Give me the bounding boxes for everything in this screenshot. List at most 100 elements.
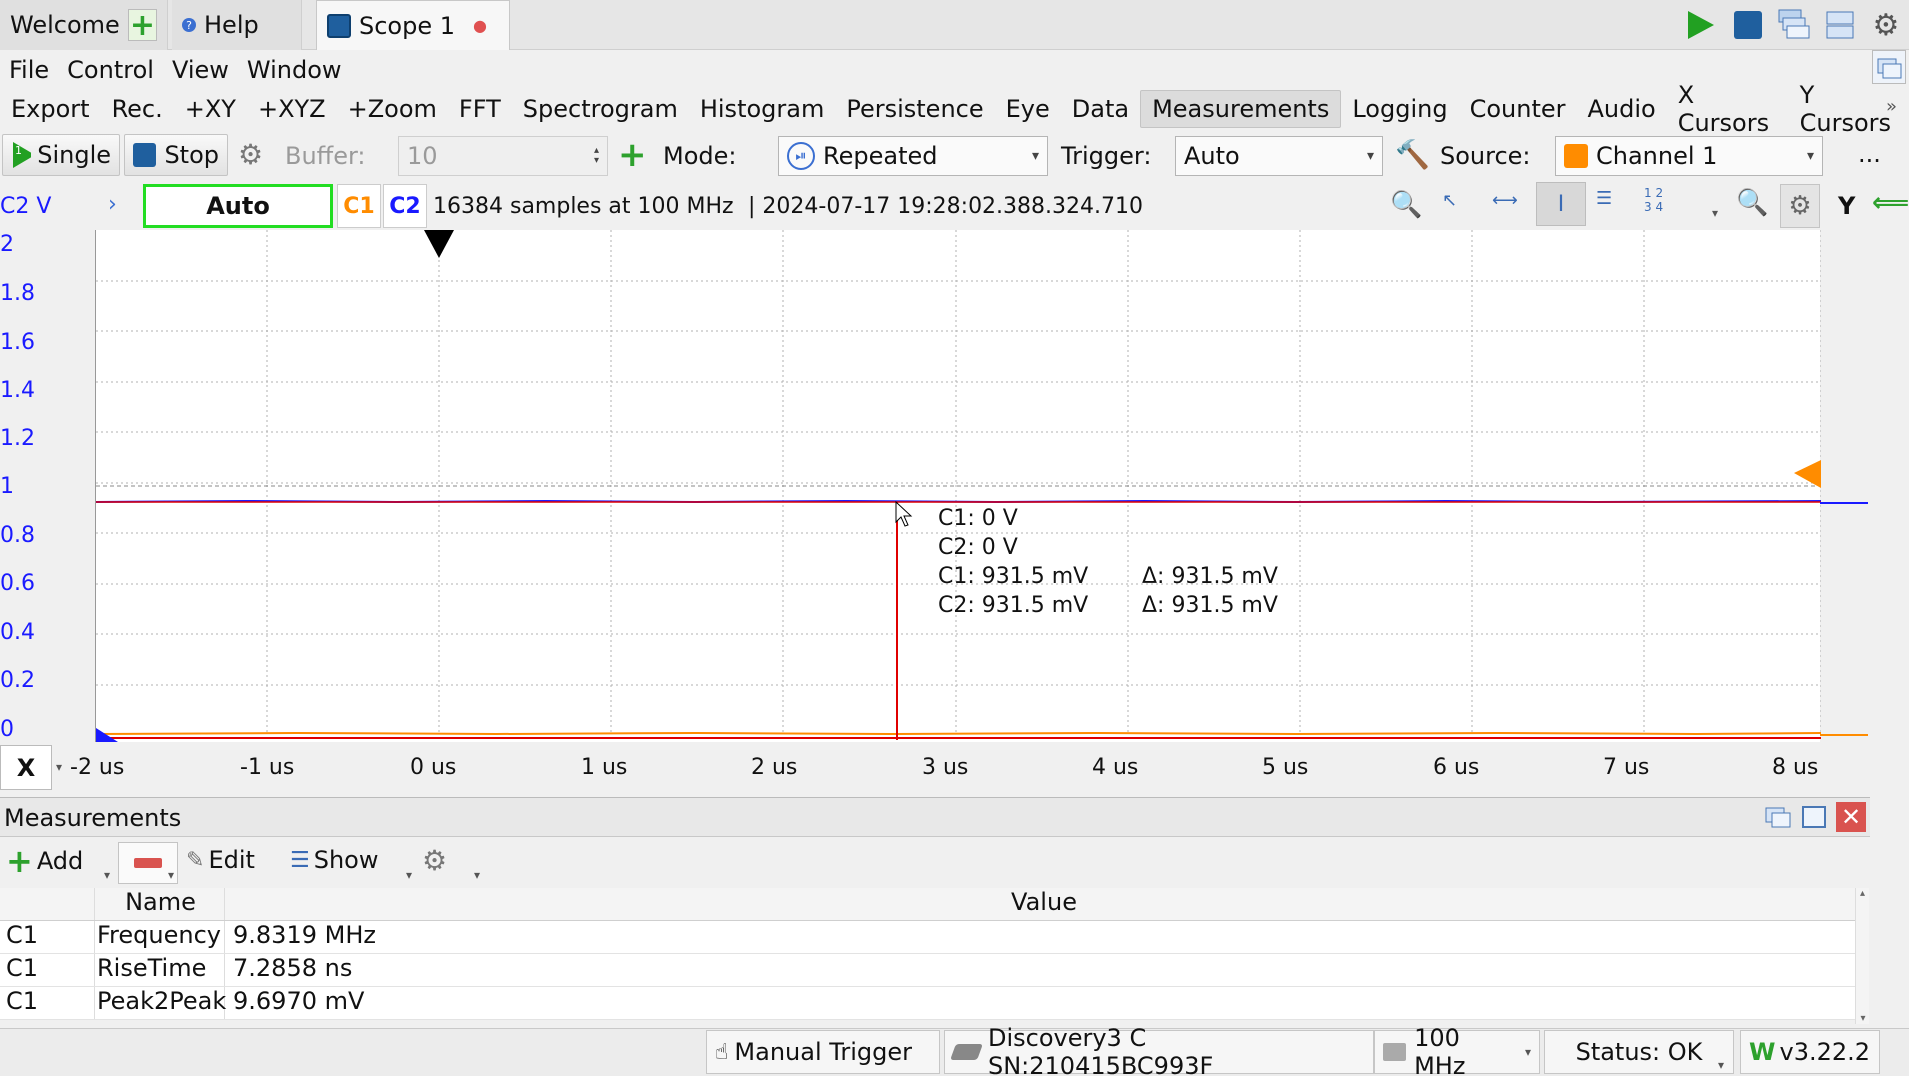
x-tick: -1 us (240, 755, 295, 780)
menu-window[interactable]: Window (238, 56, 351, 84)
expand-chevron-icon[interactable]: › (108, 192, 117, 217)
scope-plot-area[interactable]: C1: 0 V C2: 0 V C1: 931.5 mV C2: 931.5 m… (95, 230, 1821, 742)
row-value: 7.2858 ns (233, 954, 353, 982)
view-persistence[interactable]: Persistence (835, 91, 994, 127)
menu-control[interactable]: Control (58, 56, 163, 84)
y-axis-label[interactable]: Y (1838, 192, 1855, 220)
tab-bar: Welcome + ? Help Scope 1 ● ⚙ (0, 0, 1909, 50)
channel-unit-label[interactable]: C2 V (0, 194, 51, 219)
view-export[interactable]: Export (0, 91, 101, 127)
view-measurements[interactable]: Measurements (1140, 90, 1342, 128)
edit-measurement-button[interactable]: ✎ Edit (186, 846, 255, 874)
view-data[interactable]: Data (1061, 91, 1140, 127)
view-histogram[interactable]: Histogram (689, 91, 836, 127)
menu-file[interactable]: File (0, 56, 58, 84)
view-spectrogram[interactable]: Spectrogram (512, 91, 689, 127)
numbering-icon[interactable]: 1 2 3 4 (1644, 186, 1663, 214)
single-button[interactable]: 1 Single (2, 134, 120, 176)
trigger-dropdown[interactable]: Auto ▾ (1175, 136, 1383, 176)
buffer-spinbox[interactable]: 10 ▴ ▾ (398, 136, 608, 176)
y-tick: 2 (0, 232, 14, 257)
windows-stack-icon[interactable] (1774, 5, 1814, 45)
version-info[interactable]: W v3.22.2 (1740, 1030, 1880, 1074)
tab-help[interactable]: ? Help (172, 0, 302, 50)
chevron-down-icon[interactable]: ▾ (474, 868, 480, 882)
view-logging[interactable]: Logging (1341, 91, 1458, 127)
x-axis-label[interactable]: X (0, 745, 52, 790)
chevron-down-icon[interactable]: ▾ (1712, 206, 1718, 220)
hammer-icon[interactable]: 🔨 (1395, 138, 1430, 171)
x-tick: -2 us (70, 755, 125, 780)
settings-gear-icon[interactable]: ⚙ (1866, 5, 1906, 45)
add-green-plus-icon[interactable]: + (618, 138, 647, 172)
stop-button[interactable]: Stop (124, 134, 228, 176)
view-audio[interactable]: Audio (1576, 91, 1666, 127)
float-panel-icon[interactable] (1764, 804, 1792, 830)
back-arrow-icon[interactable]: ⟸ (1872, 188, 1909, 222)
measurements-panel-header: Measurements ✕ (0, 797, 1870, 837)
stop-label: Stop (164, 141, 219, 169)
scope-plot-svg[interactable] (96, 230, 1821, 742)
chevron-down-icon[interactable]: ▾ (104, 868, 110, 882)
close-panel-icon[interactable]: ✕ (1836, 802, 1866, 832)
plot-info-bar: C2 V › Auto C1 C2 16384 samples at 100 M… (0, 180, 1909, 230)
run-icon[interactable] (1680, 5, 1720, 45)
column-header-name[interactable]: Name (95, 888, 225, 920)
maximize-panel-icon[interactable] (1800, 804, 1828, 830)
view-eye[interactable]: Eye (995, 91, 1061, 127)
trigger-value: Auto (1184, 142, 1240, 170)
table-row[interactable]: C1 RiseTime 7.2858 ns (0, 954, 1855, 987)
add-measurement-button[interactable]: + Add (6, 845, 83, 877)
chevron-down-icon[interactable]: ▾ (1718, 1058, 1724, 1072)
pointer-icon[interactable]: ↖ (1442, 190, 1457, 211)
mode-dropdown[interactable]: ⏯ Repeated ▾ (778, 136, 1048, 176)
edit-pencil-icon: ✎ (186, 847, 205, 873)
more-options[interactable]: ... (1858, 140, 1881, 168)
source-dropdown[interactable]: Channel 1 ▾ (1555, 136, 1823, 176)
c2-offset-marker[interactable] (96, 728, 118, 742)
menu-view[interactable]: View (163, 56, 238, 84)
align-bars-icon[interactable]: ☰ (1596, 188, 1612, 209)
manual-trigger-button[interactable]: ☝ Manual Trigger (706, 1030, 940, 1074)
measurements-settings-icon[interactable]: ⚙ (422, 844, 447, 877)
show-measurement-button[interactable]: ☰ Show (290, 846, 379, 874)
column-header-value[interactable]: Value (225, 888, 1855, 920)
source-value: Channel 1 (1596, 142, 1718, 170)
view-xy[interactable]: +XY (174, 91, 247, 127)
chevron-down-icon[interactable]: ▾ (168, 868, 174, 882)
stop-icon[interactable] (1728, 5, 1768, 45)
view-fft[interactable]: FFT (448, 91, 512, 127)
trigger-position-marker[interactable] (424, 230, 454, 258)
split-window-icon[interactable] (1820, 5, 1860, 45)
add-tab-icon[interactable]: + (127, 8, 157, 43)
table-row[interactable]: C1 Peak2Peak 9.6970 mV (0, 987, 1855, 1020)
channel-c2-toggle[interactable]: C2 (383, 184, 427, 228)
vertical-measure-icon[interactable]: Ⅰ (1536, 182, 1586, 226)
table-scrollbar[interactable]: ▴ ▾ (1855, 888, 1869, 1024)
chevron-down-icon[interactable]: ▾ (56, 760, 62, 774)
acquisition-settings-icon[interactable]: ⚙ (238, 138, 263, 171)
horizontal-measure-icon[interactable]: ⟷ (1492, 190, 1518, 211)
tab-scope-1[interactable]: Scope 1 ● (316, 0, 510, 50)
view-rec[interactable]: Rec. (101, 91, 174, 127)
tab-welcome[interactable]: Welcome + (0, 0, 168, 50)
device-info[interactable]: Discovery3 C SN:210415BC993F (944, 1024, 1374, 1076)
channel-c1-toggle[interactable]: C1 (337, 184, 381, 228)
mode-label: Mode: (663, 142, 737, 170)
status-indicator[interactable]: Status: OK (1544, 1030, 1734, 1074)
zoom-reset-icon[interactable]: 🔍 (1736, 188, 1768, 218)
zoom-1-icon[interactable]: 🔍 (1390, 190, 1422, 220)
view-counter[interactable]: Counter (1459, 91, 1577, 127)
overflow-chevron-icon[interactable]: » (1886, 96, 1897, 117)
plot-settings-gear-icon[interactable]: ⚙ (1780, 184, 1820, 228)
chevron-down-icon[interactable]: ▾ (406, 868, 412, 882)
close-tab-icon[interactable]: ● (473, 16, 487, 35)
view-zoom[interactable]: +Zoom (337, 91, 448, 127)
cursor-readout-line: C1: 931.5 mV (938, 564, 1089, 589)
view-xyz[interactable]: +XYZ (247, 91, 337, 127)
trigger-level-marker[interactable] (1794, 460, 1821, 488)
table-row[interactable]: C1 Frequency 9.8319 MHz (0, 921, 1855, 954)
hand-pointer-icon: ☝ (715, 1039, 729, 1065)
x-tick: 3 us (922, 755, 969, 780)
clock-info[interactable]: 100 MHz ▾ (1374, 1024, 1540, 1076)
